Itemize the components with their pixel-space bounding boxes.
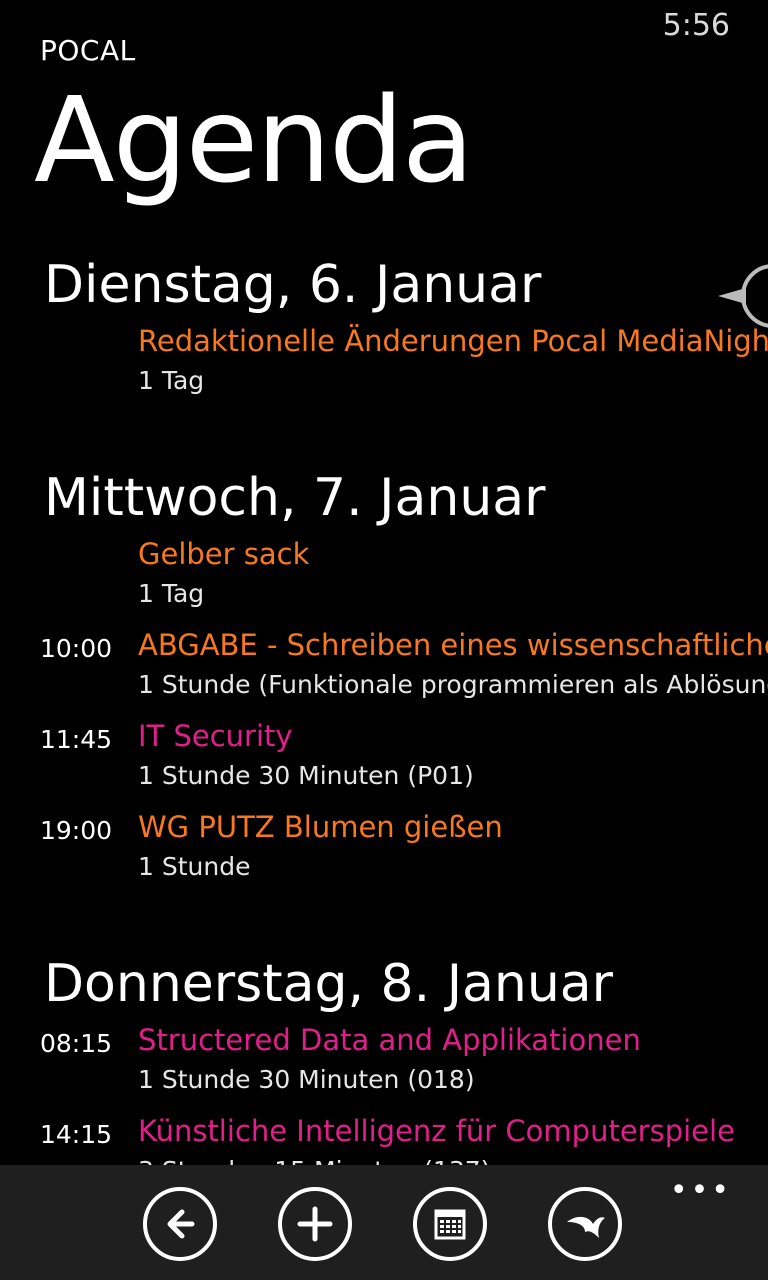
day-header: Donnerstag, 8. Januar <box>44 954 614 1014</box>
app-bar: ••• <box>0 1165 768 1280</box>
status-time: 5:56 <box>662 8 730 43</box>
agenda-day: Donnerstag, 8. Januar 08:15 Structered Dat… <box>0 949 768 1165</box>
agenda-event[interactable]: Gelber sack 1 Tag <box>0 533 768 624</box>
day-header: Mittwoch, 7. Januar <box>44 468 546 528</box>
event-time: 11:45 <box>39 725 112 754</box>
add-button[interactable] <box>278 1187 352 1261</box>
event-detail: 1 Tag <box>138 366 205 395</box>
swallow-icon <box>567 1216 605 1238</box>
calendar-button[interactable] <box>413 1187 487 1261</box>
event-detail: 1 Tag <box>138 579 205 608</box>
day-header: Dienstag, 6. Januar <box>44 255 542 315</box>
event-detail: 1 Stunde (Funktionale programmieren als … <box>138 670 768 699</box>
more-menu-button[interactable]: ••• <box>670 1173 732 1208</box>
screen: 5:56 POCAL Agenda Dienstag, 6. Januar Red… <box>0 0 768 1280</box>
event-detail: 1 Stunde 30 Minuten (P01) <box>138 761 474 790</box>
calendar-icon <box>434 1209 466 1240</box>
agenda-day: Mittwoch, 7. Januar Gelber sack 1 Tag 10:00… <box>0 463 768 897</box>
event-title: Structered Data and Applikationen <box>138 1023 641 1057</box>
back-button[interactable] <box>143 1187 217 1261</box>
agenda-event[interactable]: 10:00 ABGABE - Schreiben eines wissenscha… <box>0 624 768 715</box>
swallow-button[interactable] <box>548 1187 622 1261</box>
app-name: POCAL <box>40 34 136 67</box>
event-title: Künstliche Intelligenz für Computerspiel… <box>138 1114 735 1148</box>
agenda-event[interactable]: 14:15 Künstliche Intelligenz für Computer… <box>0 1110 768 1165</box>
event-title: ABGABE - Schreiben eines wissenschaftlic… <box>138 628 768 662</box>
agenda-event[interactable]: 11:45 IT Security 1 Stunde 30 Minuten (P01… <box>0 715 768 806</box>
event-title: Gelber sack <box>138 537 310 571</box>
agenda-event[interactable]: 19:00 WG PUTZ Blumen gießen 1 Stunde <box>0 806 768 897</box>
event-time: 10:00 <box>39 634 112 663</box>
agenda-list[interactable]: Dienstag, 6. Januar Redaktionelle Änderun… <box>0 250 768 1165</box>
event-title: WG PUTZ Blumen gießen <box>138 810 503 844</box>
event-time: 19:00 <box>39 816 112 845</box>
event-title: Redaktionelle Änderungen Pocal MediaNigh… <box>138 324 768 358</box>
event-detail: 3 Stunden 15 Minuten (137) <box>138 1156 490 1165</box>
plus-icon <box>297 1206 333 1242</box>
agenda-event[interactable]: 08:15 Structered Data and Applikationen 1 … <box>0 1019 768 1110</box>
event-time: 14:15 <box>39 1120 112 1149</box>
agenda-event[interactable]: Redaktionelle Änderungen Pocal MediaNigh… <box>0 320 768 411</box>
page-title: Agenda <box>34 71 474 209</box>
agenda-day: Dienstag, 6. Januar Redaktionelle Änderun… <box>0 250 768 411</box>
arrow-left-icon <box>167 1209 195 1239</box>
compass-icon[interactable] <box>718 248 768 348</box>
event-title: IT Security <box>138 719 293 753</box>
event-time: 08:15 <box>39 1029 112 1058</box>
event-detail: 1 Stunde <box>138 852 251 881</box>
event-detail: 1 Stunde 30 Minuten (018) <box>138 1065 475 1094</box>
